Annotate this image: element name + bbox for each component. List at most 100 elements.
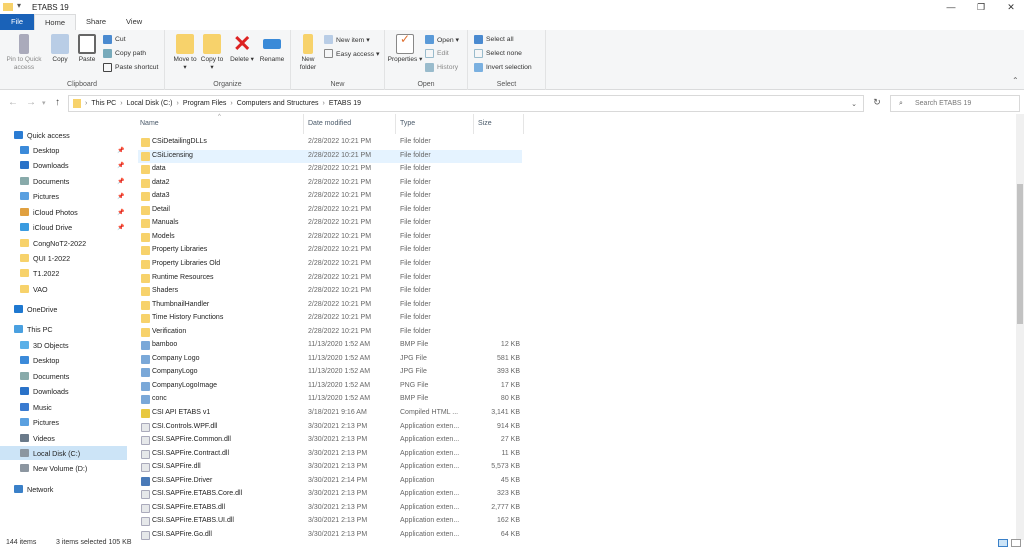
sidebar-item[interactable]: iCloud Drive 📌 xyxy=(0,220,127,234)
sidebar-item[interactable]: 3D Objects xyxy=(0,338,127,352)
sidebar-item[interactable]: Pictures xyxy=(0,415,127,429)
minimize-button[interactable]: — xyxy=(936,0,966,14)
sidebar-item[interactable]: QUI 1-2022 xyxy=(0,251,127,265)
file-row[interactable]: Shaders 2/28/2022 10:21 PM File folder xyxy=(138,285,522,299)
file-row[interactable]: conc 11/13/2020 1:52 AM BMP File 80 KB xyxy=(138,393,522,407)
sidebar-item[interactable]: Music xyxy=(0,400,127,414)
file-row[interactable]: ThumbnailHandler 2/28/2022 10:21 PM File f… xyxy=(138,299,522,313)
file-row[interactable]: data 2/28/2022 10:21 PM File folder xyxy=(138,163,522,177)
collapse-ribbon-icon[interactable]: ⌃ xyxy=(1012,76,1019,85)
invert-selection-button[interactable]: Invert selection xyxy=(474,63,532,72)
close-button[interactable]: ✕ xyxy=(996,0,1024,14)
breadcrumb-separator-icon[interactable]: › xyxy=(322,100,324,107)
file-row[interactable]: CSI.SAPFire.Contract.dll 3/30/2021 2:13 P… xyxy=(138,448,522,462)
file-row[interactable]: data2 2/28/2022 10:21 PM File folder xyxy=(138,177,522,191)
file-row[interactable]: CompanyLogo 11/13/2020 1:52 AM JPG File 393… xyxy=(138,366,522,380)
file-row[interactable]: CSiDetailingDLLs 2/28/2022 10:21 PM File f… xyxy=(138,136,522,150)
quick-access-toolbar-dropdown[interactable]: ▾ xyxy=(17,1,21,10)
breadcrumb-item[interactable]: This PC xyxy=(91,100,116,107)
sidebar-item[interactable]: Network xyxy=(0,482,127,496)
back-arrow-icon[interactable]: ← xyxy=(8,97,18,108)
sidebar-item[interactable]: Local Disk (C:) xyxy=(0,446,127,460)
file-row[interactable]: bamboo 11/13/2020 1:52 AM BMP File 12 KB xyxy=(138,339,522,353)
file-row[interactable]: Models 2/28/2022 10:21 PM File folder xyxy=(138,231,522,245)
easy-access-button[interactable]: Easy access ▾ xyxy=(324,49,379,58)
sidebar-item[interactable]: VAO xyxy=(0,282,127,296)
file-row[interactable]: Manuals 2/28/2022 10:21 PM File folder xyxy=(138,217,522,231)
address-dropdown-icon[interactable]: ⌄ xyxy=(851,100,857,108)
scrollbar-thumb[interactable] xyxy=(1017,184,1023,324)
sidebar-item[interactable]: OneDrive xyxy=(0,302,127,316)
tab-view[interactable]: View xyxy=(116,14,152,30)
file-row[interactable]: CompanyLogoImage 11/13/2020 1:52 AM PNG Fi… xyxy=(138,380,522,394)
file-row[interactable]: CSI API ETABS v1 3/18/2021 9:16 AM Compile… xyxy=(138,407,522,421)
copy-to-button[interactable]: Copy to ▾ xyxy=(200,34,224,72)
column-header-type[interactable]: Type xyxy=(400,120,415,127)
breadcrumb-item[interactable]: Local Disk (C:) xyxy=(127,100,173,107)
sidebar-item[interactable]: CongNoT2-2022 xyxy=(0,236,127,250)
up-arrow-icon[interactable]: ↑ xyxy=(55,97,60,108)
file-row[interactable]: Property Libraries 2/28/2022 10:21 PM File… xyxy=(138,244,522,258)
address-input[interactable]: › This PC › Local Disk (C:) › Program Files › C… xyxy=(68,95,864,112)
pin-to-quick-access-button[interactable]: Pin to Quick access xyxy=(2,34,46,72)
file-row[interactable]: data3 2/28/2022 10:21 PM File folder xyxy=(138,190,522,204)
vertical-scrollbar[interactable] xyxy=(1016,114,1024,540)
delete-button[interactable]: ✕ Delete ▾ xyxy=(229,33,255,64)
open-button[interactable]: Open ▾ xyxy=(425,35,459,44)
properties-button[interactable]: ✓ Properties ▾ xyxy=(387,33,423,64)
tab-home[interactable]: Home xyxy=(34,14,77,30)
search-input[interactable]: ⌕ Search ETABS 19 xyxy=(890,95,1020,112)
file-row[interactable]: CSI.SAPFire.dll 3/30/2021 2:13 PM Applicat… xyxy=(138,461,522,475)
file-row[interactable]: CSI.SAPFire.ETABS.Core.dll 3/30/2021 2:13… xyxy=(138,488,522,502)
column-header-date[interactable]: Date modified xyxy=(308,120,351,127)
sidebar-item[interactable]: New Volume (D:) xyxy=(0,461,127,475)
tab-share[interactable]: Share xyxy=(76,14,116,30)
file-row[interactable]: CSI.SAPFire.ETABS.dll 3/30/2021 2:13 PM Ap… xyxy=(138,502,522,516)
file-row[interactable]: Time History Functions 2/28/2022 10:21 PM… xyxy=(138,312,522,326)
sidebar-item[interactable]: Quick access xyxy=(0,128,127,142)
file-row[interactable]: Verification 2/28/2022 10:21 PM File folde… xyxy=(138,326,522,340)
refresh-icon[interactable]: ↻ xyxy=(868,97,886,108)
edit-button[interactable]: Edit xyxy=(425,49,449,58)
move-to-button[interactable]: Move to ▾ xyxy=(173,34,197,72)
select-none-button[interactable]: Select none xyxy=(474,49,522,58)
new-item-button[interactable]: New item ▾ xyxy=(324,35,370,44)
recent-locations-icon[interactable]: ▾ xyxy=(42,99,46,107)
new-folder-button[interactable]: New folder xyxy=(295,34,321,72)
paste-button[interactable]: Paste xyxy=(74,34,100,64)
sidebar-item[interactable]: T1.2022 xyxy=(0,266,127,280)
file-row[interactable]: Property Libraries Old 2/28/2022 10:21 PM… xyxy=(138,258,522,272)
file-row[interactable]: CSI.Controls.WPF.dll 3/30/2021 2:13 PM App… xyxy=(138,421,522,435)
file-row[interactable]: Runtime Resources 2/28/2022 10:21 PM File … xyxy=(138,272,522,286)
copy-button[interactable]: Copy xyxy=(48,34,72,64)
breadcrumb-separator-icon[interactable]: › xyxy=(120,100,122,107)
sidebar-item[interactable]: Pictures 📌 xyxy=(0,189,127,203)
sidebar-item[interactable]: This PC xyxy=(0,322,127,336)
rename-button[interactable]: Rename xyxy=(257,34,287,64)
large-icons-view-icon[interactable] xyxy=(1011,539,1021,547)
column-header-size[interactable]: Size xyxy=(478,120,492,127)
forward-arrow-icon[interactable]: → xyxy=(26,97,36,108)
file-row[interactable]: Company Logo 11/13/2020 1:52 AM JPG File 58… xyxy=(138,353,522,367)
breadcrumb-separator-icon[interactable]: › xyxy=(85,100,87,107)
paste-shortcut-button[interactable]: Paste shortcut xyxy=(103,63,158,72)
file-row[interactable]: CSiLicensing 2/28/2022 10:21 PM File folde… xyxy=(138,149,522,164)
file-row[interactable]: CSI.SAPFire.ETABS.UI.dll 3/30/2021 2:13 P… xyxy=(138,515,522,529)
details-view-icon[interactable] xyxy=(998,539,1008,547)
file-row[interactable]: CSI.SAPFire.Driver 3/30/2021 2:14 PM Appli… xyxy=(138,475,522,489)
breadcrumb-item[interactable]: ETABS 19 xyxy=(329,100,361,107)
sidebar-item[interactable]: Videos xyxy=(0,431,127,445)
sidebar-item[interactable]: iCloud Photos 📌 xyxy=(0,205,127,219)
breadcrumb-separator-icon[interactable]: › xyxy=(177,100,179,107)
tab-file[interactable]: File xyxy=(0,14,34,30)
copy-path-button[interactable]: Copy path xyxy=(103,49,146,58)
sidebar-item[interactable]: Documents 📌 xyxy=(0,174,127,188)
maximize-button[interactable]: ❐ xyxy=(966,0,996,14)
breadcrumb-item[interactable]: Computers and Structures xyxy=(237,100,319,107)
sidebar-item[interactable]: Downloads 📌 xyxy=(0,158,127,172)
sidebar-item[interactable]: Desktop xyxy=(0,353,127,367)
file-row[interactable]: Detail 2/28/2022 10:21 PM File folder xyxy=(138,204,522,218)
cut-button[interactable]: Cut xyxy=(103,35,126,44)
column-header-name[interactable]: Name xyxy=(140,120,159,127)
breadcrumb-item[interactable]: Program Files xyxy=(183,100,227,107)
